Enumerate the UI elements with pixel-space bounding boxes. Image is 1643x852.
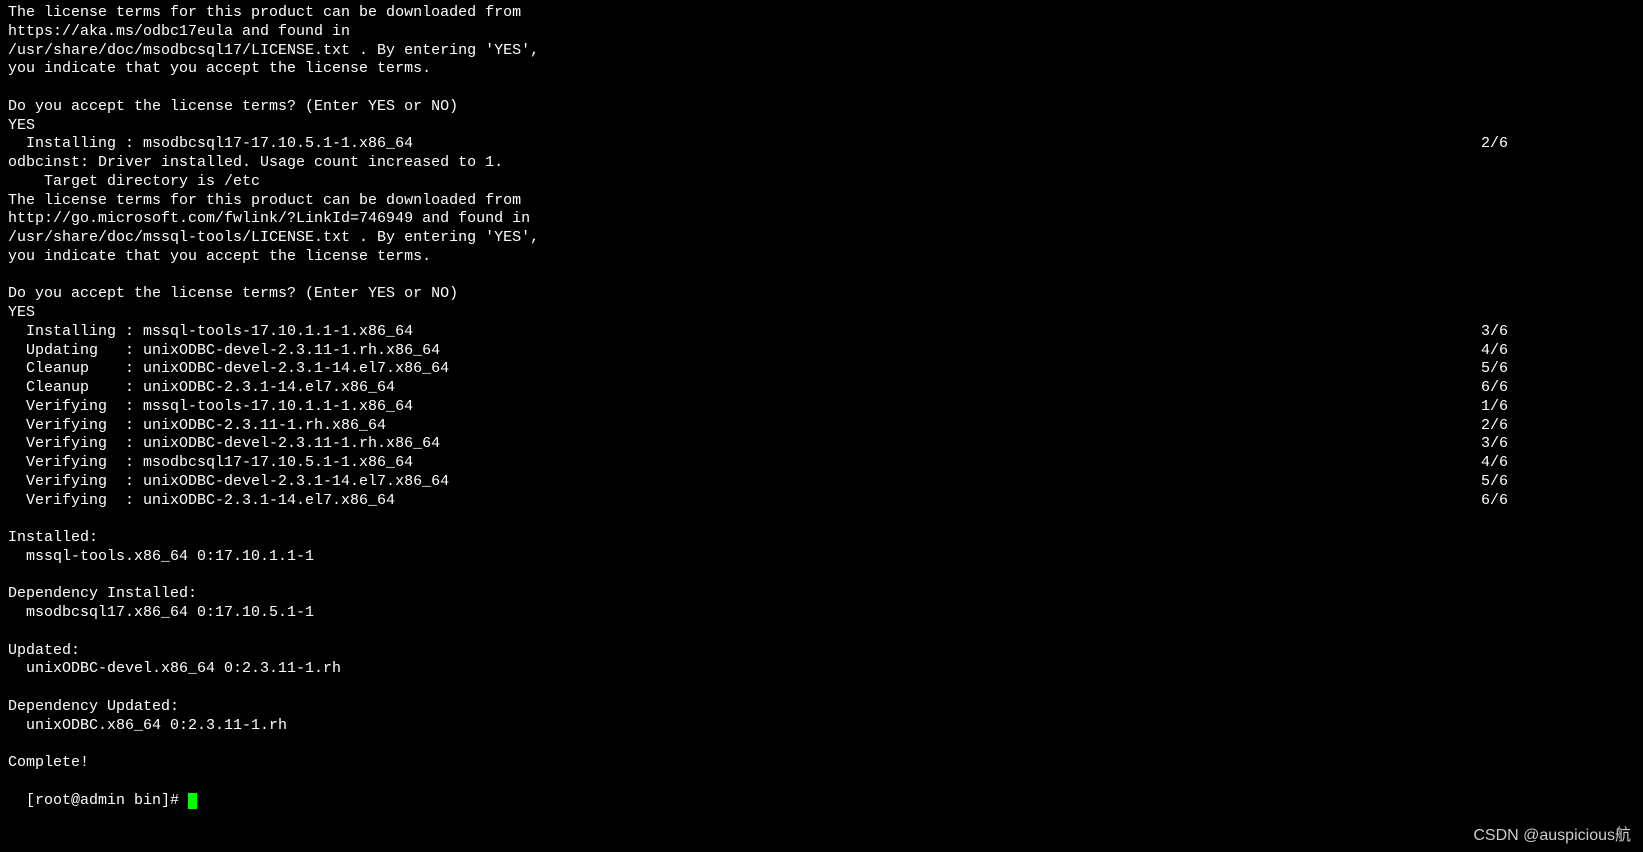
terminal-line: unixODBC-devel.x86_64 0:2.3.11-1.rh <box>8 660 1508 679</box>
terminal-line: Updating : unixODBC-devel-2.3.11-1.rh.x8… <box>8 342 1508 361</box>
terminal-line-text: odbcinst: Driver installed. Usage count … <box>8 154 503 173</box>
terminal-line-text: Cleanup : unixODBC-2.3.1-14.el7.x86_64 <box>8 379 395 398</box>
terminal-line-text: Installing : mssql-tools-17.10.1.1-1.x86… <box>8 323 413 342</box>
terminal-line-progress: 1/6 <box>1481 398 1508 417</box>
cursor-icon <box>188 793 197 809</box>
terminal-line <box>8 79 1508 98</box>
terminal-line-text: unixODBC-devel.x86_64 0:2.3.11-1.rh <box>8 660 341 679</box>
terminal-line-text: Verifying : msodbcsql17-17.10.5.1-1.x86_… <box>8 454 413 473</box>
terminal-line: unixODBC.x86_64 0:2.3.11-1.rh <box>8 717 1508 736</box>
terminal-line-text: Dependency Updated: <box>8 698 179 717</box>
terminal-line-progress: 5/6 <box>1481 473 1508 492</box>
terminal-line-text <box>8 510 17 529</box>
terminal-line: YES <box>8 304 1508 323</box>
terminal-line: Updated: <box>8 642 1508 661</box>
terminal-line: Verifying : unixODBC-devel-2.3.1-14.el7.… <box>8 473 1508 492</box>
terminal-line: Target directory is /etc <box>8 173 1508 192</box>
terminal-line: you indicate that you accept the license… <box>8 248 1508 267</box>
terminal-line <box>8 735 1508 754</box>
terminal-line: you indicate that you accept the license… <box>8 60 1508 79</box>
terminal-line: Verifying : msodbcsql17-17.10.5.1-1.x86_… <box>8 454 1508 473</box>
terminal-line-text: Target directory is /etc <box>8 173 260 192</box>
terminal-line-text: Do you accept the license terms? (Enter … <box>8 285 458 304</box>
terminal-line: Complete! <box>8 754 1508 773</box>
terminal-line: Do you accept the license terms? (Enter … <box>8 98 1508 117</box>
terminal-line: Cleanup : unixODBC-devel-2.3.1-14.el7.x8… <box>8 360 1508 379</box>
terminal-line-progress: 3/6 <box>1481 323 1508 342</box>
terminal-line: Dependency Updated: <box>8 698 1508 717</box>
terminal-line-text: Installing : msodbcsql17-17.10.5.1-1.x86… <box>8 135 413 154</box>
terminal-line-text: you indicate that you accept the license… <box>8 248 431 267</box>
terminal-line: Verifying : mssql-tools-17.10.1.1-1.x86_… <box>8 398 1508 417</box>
terminal-line: YES <box>8 117 1508 136</box>
terminal-line: /usr/share/doc/msodbcsql17/LICENSE.txt .… <box>8 42 1508 61</box>
terminal-line <box>8 567 1508 586</box>
terminal-line-text: Do you accept the license terms? (Enter … <box>8 98 458 117</box>
terminal-line-text: Installed: <box>8 529 98 548</box>
terminal-line-text: Verifying : unixODBC-devel-2.3.11-1.rh.x… <box>8 435 440 454</box>
terminal-line-text: Cleanup : unixODBC-devel-2.3.1-14.el7.x8… <box>8 360 449 379</box>
terminal-line-text: YES <box>8 117 35 136</box>
terminal-line-text: YES <box>8 304 35 323</box>
terminal-line: https://aka.ms/odbc17eula and found in <box>8 23 1508 42</box>
terminal-line: Verifying : unixODBC-2.3.11-1.rh.x86_64 2… <box>8 417 1508 436</box>
terminal-line-text: https://aka.ms/odbc17eula and found in <box>8 23 350 42</box>
terminal-line-text: Verifying : unixODBC-devel-2.3.1-14.el7.… <box>8 473 449 492</box>
terminal-line <box>8 267 1508 286</box>
terminal-line-text: Verifying : mssql-tools-17.10.1.1-1.x86_… <box>8 398 413 417</box>
terminal-line-progress: 4/6 <box>1481 454 1508 473</box>
watermark-text: CSDN @auspicious航 <box>1473 826 1631 846</box>
terminal-line-text: The license terms for this product can b… <box>8 4 521 23</box>
terminal-line-text <box>8 623 17 642</box>
terminal-line: Installing : msodbcsql17-17.10.5.1-1.x86… <box>8 135 1508 154</box>
terminal-line: Do you accept the license terms? (Enter … <box>8 285 1508 304</box>
terminal-line: http://go.microsoft.com/fwlink/?LinkId=7… <box>8 210 1508 229</box>
terminal-line: Verifying : unixODBC-2.3.1-14.el7.x86_64… <box>8 492 1508 511</box>
terminal-line: Installing : mssql-tools-17.10.1.1-1.x86… <box>8 323 1508 342</box>
terminal-line: /usr/share/doc/mssql-tools/LICENSE.txt .… <box>8 229 1508 248</box>
terminal-line-text: Updating : unixODBC-devel-2.3.11-1.rh.x8… <box>8 342 440 361</box>
terminal-line: mssql-tools.x86_64 0:17.10.1.1-1 <box>8 548 1508 567</box>
terminal-line: Verifying : unixODBC-devel-2.3.11-1.rh.x… <box>8 435 1508 454</box>
terminal-line: msodbcsql17.x86_64 0:17.10.5.1-1 <box>8 604 1508 623</box>
terminal-line <box>8 679 1508 698</box>
terminal-line-progress: 2/6 <box>1481 135 1508 154</box>
terminal-line-progress: 2/6 <box>1481 417 1508 436</box>
terminal-line-text: /usr/share/doc/msodbcsql17/LICENSE.txt .… <box>8 42 539 61</box>
terminal-line-text: you indicate that you accept the license… <box>8 60 431 79</box>
terminal-line-text: mssql-tools.x86_64 0:17.10.1.1-1 <box>8 548 314 567</box>
terminal-line-text: msodbcsql17.x86_64 0:17.10.5.1-1 <box>8 604 314 623</box>
terminal-line-text: The license terms for this product can b… <box>8 192 521 211</box>
terminal-line-text: Updated: <box>8 642 80 661</box>
terminal-line-text <box>8 79 17 98</box>
terminal-line-text <box>8 679 17 698</box>
terminal-line-progress: 6/6 <box>1481 492 1508 511</box>
command-prompt-line[interactable]: [root@admin bin]# <box>8 773 1635 811</box>
terminal-line-text: Verifying : unixODBC-2.3.1-14.el7.x86_64 <box>8 492 395 511</box>
terminal-output[interactable]: The license terms for this product can b… <box>8 4 1635 773</box>
terminal-line-text: Verifying : unixODBC-2.3.11-1.rh.x86_64 <box>8 417 386 436</box>
terminal-line: The license terms for this product can b… <box>8 4 1508 23</box>
terminal-line-text <box>8 267 17 286</box>
terminal-line: Cleanup : unixODBC-2.3.1-14.el7.x86_64 6/… <box>8 379 1508 398</box>
terminal-line: The license terms for this product can b… <box>8 192 1508 211</box>
terminal-line-progress: 3/6 <box>1481 435 1508 454</box>
terminal-line: Dependency Installed: <box>8 585 1508 604</box>
terminal-line: Installed: <box>8 529 1508 548</box>
shell-prompt: [root@admin bin]# <box>26 792 188 809</box>
terminal-line-progress: 4/6 <box>1481 342 1508 361</box>
terminal-line: odbcinst: Driver installed. Usage count … <box>8 154 1508 173</box>
terminal-line-text: Dependency Installed: <box>8 585 197 604</box>
terminal-line-text: unixODBC.x86_64 0:2.3.11-1.rh <box>8 717 287 736</box>
terminal-line-progress: 5/6 <box>1481 360 1508 379</box>
terminal-line-text <box>8 735 17 754</box>
terminal-line-text: Complete! <box>8 754 89 773</box>
terminal-line <box>8 623 1508 642</box>
terminal-line-progress: 6/6 <box>1481 379 1508 398</box>
terminal-line-text: http://go.microsoft.com/fwlink/?LinkId=7… <box>8 210 530 229</box>
terminal-line-text: /usr/share/doc/mssql-tools/LICENSE.txt .… <box>8 229 539 248</box>
terminal-line-text <box>8 567 17 586</box>
terminal-line <box>8 510 1508 529</box>
